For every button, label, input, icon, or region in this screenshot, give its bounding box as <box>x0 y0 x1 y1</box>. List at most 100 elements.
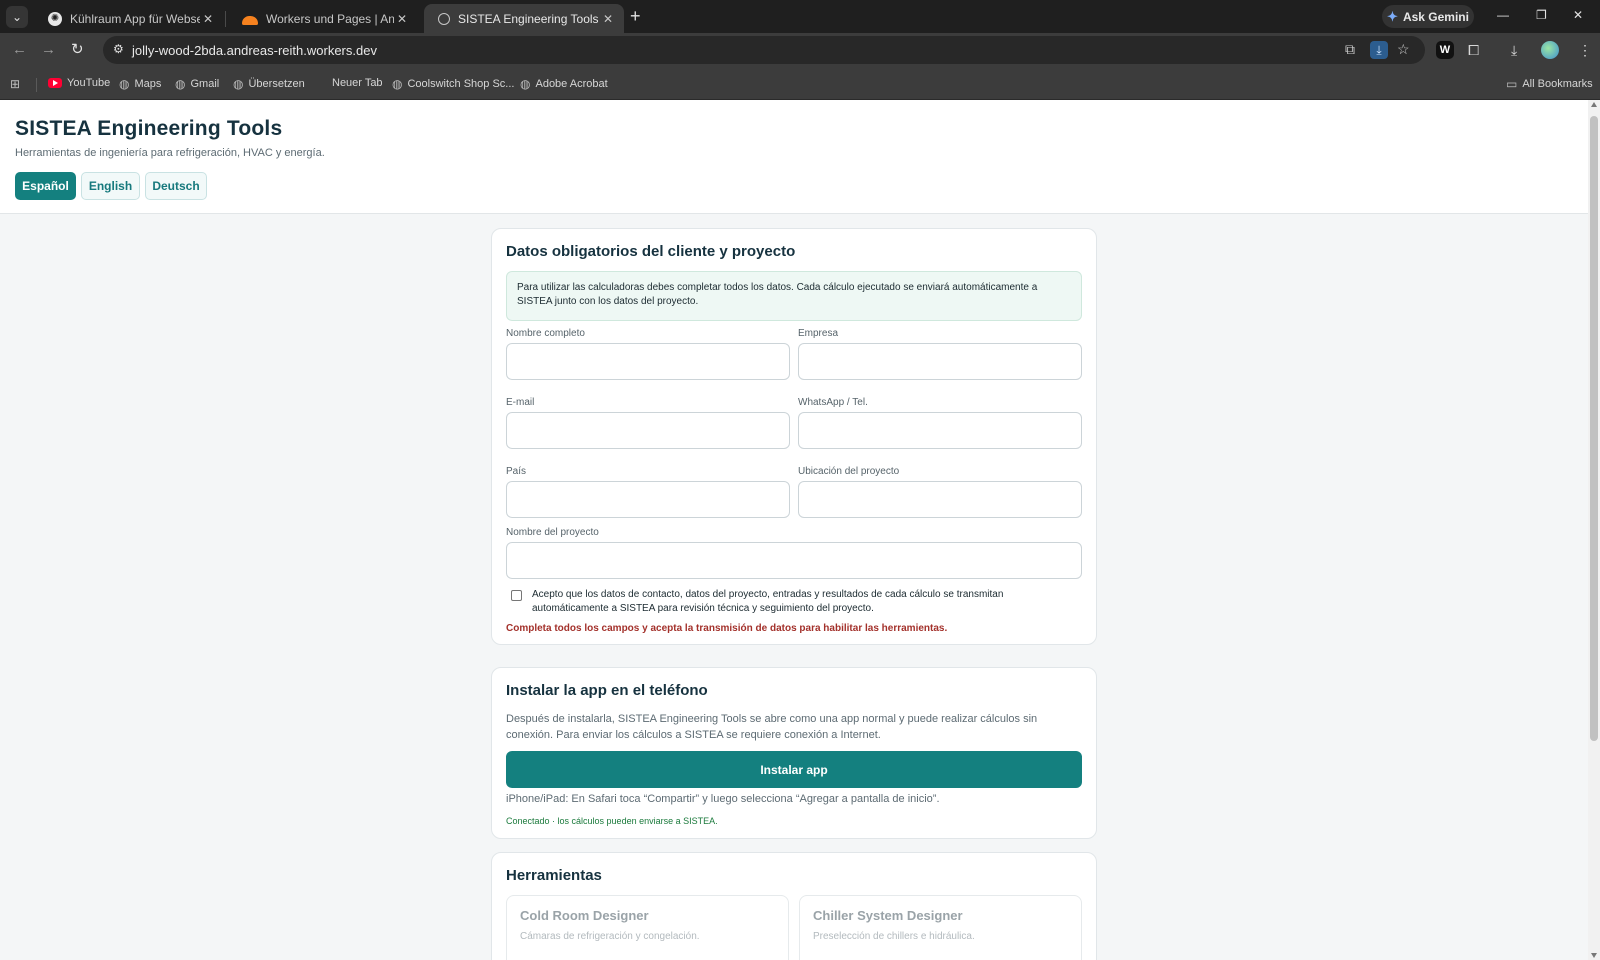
bookmark-translate[interactable]: ◍ Übersetzen <box>233 77 305 91</box>
site-info-icon[interactable]: ⚙ <box>113 42 124 56</box>
browser-tab-2[interactable]: Workers und Pages | Andreas.reith ✕ <box>228 4 418 33</box>
globe-icon: ◍ <box>175 77 186 91</box>
folder-icon: ▭ <box>1506 77 1518 91</box>
bookmarks-bar: ⊞ YouTube ◍ Maps ◍ Gmail ◍ Übersetzen Ne… <box>0 67 1600 100</box>
tool-name: Chiller System Designer <box>813 908 963 923</box>
phone-input[interactable] <box>798 412 1082 449</box>
language-en-button[interactable]: English <box>81 172 140 200</box>
bookmark-label: Adobe Acrobat <box>535 78 608 90</box>
bookmark-star-icon[interactable]: ☆ <box>1397 41 1410 58</box>
bookmark-label: Übersetzen <box>248 78 305 90</box>
email-label: E-mail <box>506 397 535 408</box>
bookmark-adobe-acrobat[interactable]: ◍ Adobe Acrobat <box>520 77 608 91</box>
mandatory-notice: Para utilizar las calculadoras debes com… <box>506 271 1082 321</box>
globe-icon <box>438 12 450 25</box>
menu-icon[interactable]: ⋮ <box>1578 42 1592 58</box>
tool-cold-room-designer[interactable]: Cold Room Designer Cámaras de refrigerac… <box>506 895 789 960</box>
profile-avatar[interactable] <box>1541 41 1559 59</box>
bookmark-youtube[interactable]: YouTube <box>48 77 110 89</box>
email-input[interactable] <box>506 412 790 449</box>
bookmark-maps[interactable]: ◍ Maps <box>119 77 161 91</box>
tab-title: Kühlraum App für Webseite <box>70 11 200 26</box>
consent-checkbox[interactable] <box>511 590 522 601</box>
tab-title: Workers und Pages | Andreas.reith <box>266 11 394 26</box>
language-de-button[interactable]: Deutsch <box>145 172 207 200</box>
restore-icon[interactable]: ❐ <box>1536 8 1547 22</box>
back-icon[interactable]: ← <box>12 41 27 59</box>
full-name-label: Nombre completo <box>506 328 585 339</box>
all-bookmarks-label: All Bookmarks <box>1522 78 1593 90</box>
language-es-button[interactable]: Español <box>15 172 76 200</box>
company-label: Empresa <box>798 328 839 339</box>
tool-name: Cold Room Designer <box>520 908 649 923</box>
install-app-button[interactable]: Instalar app <box>506 751 1082 788</box>
globe-icon: ◍ <box>233 77 244 91</box>
phone-label: WhatsApp / Tel. <box>798 397 868 408</box>
project-location-label: Ubicación del proyecto <box>798 466 900 477</box>
client-data-card: Datos obligatorios del cliente y proyect… <box>491 228 1097 645</box>
address-bar[interactable]: ⚙ jolly-wood-2bda.andreas-reith.workers.… <box>103 36 1425 64</box>
translate-icon[interactable]: ⧉ <box>1345 41 1355 58</box>
scroll-down-arrow-icon[interactable] <box>1591 953 1597 958</box>
tools-card: Herramientas Cold Room Designer Cámaras … <box>491 852 1097 960</box>
bookmark-label: Maps <box>134 78 162 90</box>
bookmark-gmail[interactable]: ◍ Gmail <box>175 77 219 91</box>
tool-description: Cámaras de refrigeración y congelación. <box>520 931 700 942</box>
cloudflare-icon <box>242 15 258 25</box>
browser-tab-1[interactable]: ✺ Kühlraum App für Webseite ✕ <box>34 4 224 33</box>
browser-toolbar: ← → ↻ ⚙ jolly-wood-2bda.andreas-reith.wo… <box>0 33 1600 67</box>
chatgpt-icon: ✺ <box>48 11 62 26</box>
bookmark-new-tab[interactable]: Neuer Tab <box>332 77 383 89</box>
install-description: Después de instalarla, SISTEA Engineerin… <box>506 713 1038 741</box>
extensions-icon[interactable]: ⧠ <box>1468 42 1479 58</box>
full-name-input[interactable] <box>506 343 790 380</box>
window-close-icon[interactable]: ✕ <box>1573 8 1583 22</box>
url-text[interactable]: jolly-wood-2bda.andreas-reith.workers.de… <box>132 43 377 58</box>
downloads-icon[interactable]: ⤓ <box>1511 42 1517 58</box>
page-viewport: SISTEA Engineering Tools Herramientas de… <box>0 100 1588 960</box>
ios-install-hint: iPhone/iPad: En Safari toca “Compartir” … <box>506 793 940 805</box>
close-icon[interactable]: ✕ <box>200 12 216 26</box>
globe-icon: ◍ <box>392 77 403 91</box>
company-input[interactable] <box>798 343 1082 380</box>
bookmark-coolswitch[interactable]: ◍ Coolswitch Shop Sc... <box>392 77 514 91</box>
new-tab-icon[interactable]: + <box>630 7 641 25</box>
install-app-card: Instalar la app en el teléfono Después d… <box>491 667 1097 839</box>
reload-icon[interactable]: ↻ <box>71 41 84 59</box>
close-icon[interactable]: ✕ <box>394 12 410 26</box>
apps-grid-icon[interactable]: ⊞ <box>10 77 20 91</box>
minimize-icon[interactable]: — <box>1497 8 1509 22</box>
gemini-sparkle-icon: ✦ <box>1387 8 1398 24</box>
install-app-icon[interactable]: ⤓ <box>1370 41 1388 59</box>
all-bookmarks[interactable]: ▭ All Bookmarks <box>1506 77 1593 91</box>
browser-tab-3[interactable]: SISTEA Engineering Tools ✕ <box>424 4 624 33</box>
tools-title: Herramientas <box>506 867 602 884</box>
project-name-input[interactable] <box>506 542 1082 579</box>
project-name-label: Nombre del proyecto <box>506 527 599 538</box>
tool-description: Preselección de chillers e hidráulica. <box>813 931 975 942</box>
page-scrollbar[interactable] <box>1588 100 1600 960</box>
scroll-up-arrow-icon[interactable] <box>1591 102 1597 107</box>
tab-search-icon[interactable]: ⌄ <box>6 6 28 28</box>
page-title: SISTEA Engineering Tools <box>15 117 283 140</box>
globe-icon: ◍ <box>119 77 130 91</box>
project-location-input[interactable] <box>798 481 1082 518</box>
bookmark-label: YouTube <box>67 77 111 89</box>
close-icon[interactable]: ✕ <box>600 12 616 26</box>
consent-label[interactable]: Acepto que los datos de contacto, datos … <box>532 588 1052 616</box>
tool-chiller-system-designer[interactable]: Chiller System Designer Preselección de … <box>799 895 1082 960</box>
bookmarks-divider <box>36 78 37 92</box>
country-label: País <box>506 466 527 477</box>
country-input[interactable] <box>506 481 790 518</box>
browser-tab-bar: ⌄ ✺ Kühlraum App für Webseite ✕ Workers … <box>0 0 1600 33</box>
youtube-icon <box>48 78 62 88</box>
connection-status: Conectado · los cálculos pueden enviarse… <box>506 816 718 826</box>
forward-icon[interactable]: → <box>41 41 56 59</box>
client-data-title: Datos obligatorios del cliente y proyect… <box>506 243 796 260</box>
page-subtitle: Herramientas de ingeniería para refriger… <box>15 147 325 159</box>
globe-icon: ◍ <box>520 77 531 91</box>
bookmark-label: Gmail <box>190 78 220 90</box>
extension-w-icon[interactable]: W <box>1436 41 1454 59</box>
ask-gemini-button[interactable]: ✦ Ask Gemini <box>1382 5 1474 28</box>
scrollbar-thumb[interactable] <box>1590 116 1598 741</box>
